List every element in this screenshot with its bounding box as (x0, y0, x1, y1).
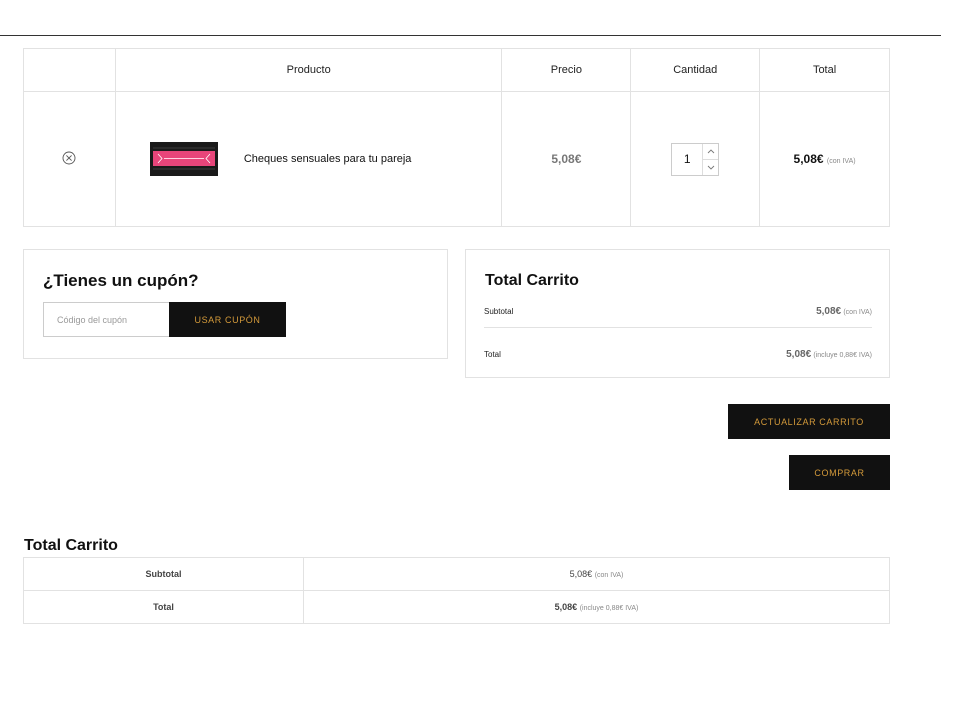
total-label: Total (484, 350, 501, 359)
update-cart-button[interactable]: ACTUALIZAR CARRITO (728, 404, 890, 439)
cart-totals-box: Total Carrito Subtotal 5,08€ (con IVA) T… (465, 249, 890, 378)
subtotal-label: Subtotal (484, 307, 514, 316)
total-row: Total 5,08€ (incluye 0,88€ IVA) (484, 349, 872, 360)
bottom-total-value: 5,08€ (554, 602, 578, 612)
cart-header-row: Producto Precio Cantidad Total (23, 48, 890, 92)
coupon-title: ¿Tienes un cupón? (43, 271, 199, 290)
remove-cell (23, 91, 116, 227)
bottom-subtotal-value: 5,08€ (569, 569, 593, 579)
product-cell: Cheques sensuales para tu pareja (114, 91, 503, 227)
item-total-note: (con IVA) (826, 158, 856, 165)
quantity-cell (630, 91, 761, 227)
header-quantity: Cantidad (630, 48, 761, 92)
quantity-arrows (702, 143, 719, 175)
remove-circle-x-icon[interactable] (62, 151, 76, 165)
cart-table: Producto Precio Cantidad Total Cheques s… (23, 48, 890, 227)
coupon-box: ¿Tienes un cupón? USAR CUPÓN (23, 249, 448, 359)
item-total-cell: 5,08€ (con IVA) (759, 91, 890, 227)
product-name-link[interactable]: Cheques sensuales para tu pareja (244, 153, 412, 165)
coupon-code-input[interactable] (43, 302, 170, 337)
bottom-subtotal-cell: 5,08€ (con IVA) (303, 557, 890, 591)
totals-divider (484, 327, 872, 328)
bottom-totals-table: Subtotal 5,08€ (con IVA) Total 5,08€ (in… (23, 557, 890, 624)
bottom-subtotal-note: (con IVA) (594, 572, 624, 579)
subtotal-value: 5,08€ (816, 306, 842, 317)
bottom-totals-title: Total Carrito (24, 537, 118, 554)
subtotal-amount: 5,08€ (con IVA) (816, 306, 872, 317)
header-divider (0, 35, 941, 36)
bottom-subtotal-label: Subtotal (23, 557, 304, 591)
chevron-down-icon[interactable] (703, 158, 719, 175)
product-thumbnail[interactable] (149, 142, 218, 176)
item-total: 5,08€ (con IVA) (794, 152, 856, 166)
price-cell: 5,08€ (501, 91, 632, 227)
quantity-input[interactable] (672, 143, 703, 175)
cart-item-row: Cheques sensuales para tu pareja 5,08€ 1… (23, 91, 890, 227)
bottom-total-row: Total 5,08€ (incluye 0,88€ IVA) (23, 590, 890, 624)
product-info: Cheques sensuales para tu pareja (116, 142, 502, 176)
total-amount: 5,08€ (incluye 0,88€ IVA) (786, 349, 872, 360)
quantity-stepper (671, 142, 720, 176)
bottom-subtotal-row: Subtotal 5,08€ (con IVA) (23, 557, 890, 591)
item-price: 5,08€ (551, 152, 582, 166)
bottom-total-label: Total (23, 590, 304, 624)
subtotal-note: (con IVA) (843, 309, 872, 316)
cart-totals-title: Total Carrito (485, 272, 579, 289)
checkout-button[interactable]: COMPRAR (789, 455, 890, 490)
header-remove-col (23, 48, 116, 92)
apply-coupon-button[interactable]: USAR CUPÓN (169, 302, 286, 337)
subtotal-row: Subtotal 5,08€ (con IVA) (484, 306, 872, 317)
header-total: Total (759, 48, 890, 92)
total-value: 5,08€ (786, 349, 812, 360)
total-note: (incluye 0,88€ IVA) (813, 352, 872, 359)
header-product: Producto (114, 48, 503, 92)
chevron-up-icon[interactable] (703, 144, 718, 159)
bottom-total-note: (incluye 0,88€ IVA) (579, 605, 639, 612)
bottom-total-cell: 5,08€ (incluye 0,88€ IVA) (303, 590, 890, 624)
item-total-value: 5,08€ (793, 152, 824, 166)
header-price: Precio (501, 48, 632, 92)
